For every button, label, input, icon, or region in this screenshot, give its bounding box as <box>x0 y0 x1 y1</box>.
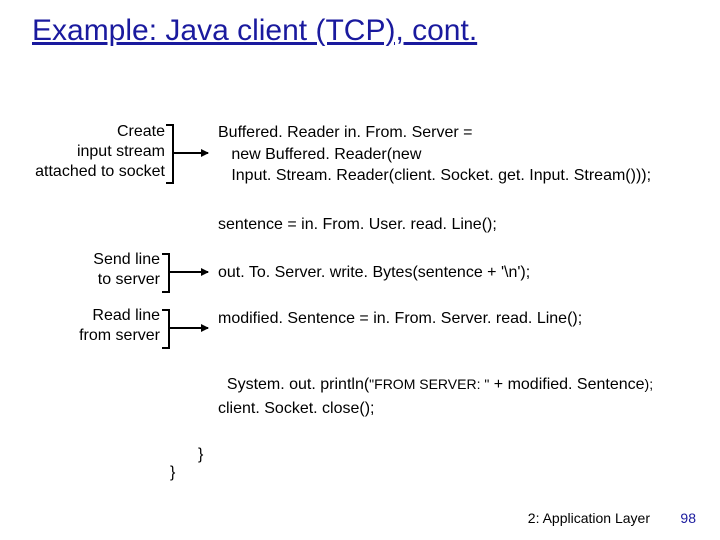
code-println-quote: "FROM SERVER: " <box>369 376 489 392</box>
code-println-c: ); <box>645 376 654 392</box>
bracket-send <box>162 253 170 293</box>
code-sentence: sentence = in. From. User. read. Line(); <box>218 214 497 236</box>
bracket-create <box>166 124 174 184</box>
code-println-a: System. out. println( <box>227 376 369 393</box>
code-buffered-reader: Buffered. Reader in. From. Server = new … <box>218 122 651 187</box>
label-send-line: Send line to server <box>70 250 160 290</box>
arrow-read <box>168 327 208 329</box>
label-create-stream: Create input stream attached to socket <box>20 122 165 182</box>
code-modified-sentence: modified. Sentence = in. From. Server. r… <box>218 308 582 330</box>
arrow-send <box>168 271 208 273</box>
code-client-close: client. Socket. close(); <box>218 398 375 420</box>
code-out-to-server: out. To. Server. write. Bytes(sentence +… <box>218 262 530 284</box>
label-read-line: Read line from server <box>60 306 160 346</box>
code-brace-inner: } <box>198 444 203 466</box>
code-brace-outer: } <box>170 462 175 484</box>
bracket-read <box>162 309 170 349</box>
code-println: System. out. println("FROM SERVER: " + m… <box>218 352 653 395</box>
footer-page-number: 98 <box>680 510 696 526</box>
footer-chapter: 2: Application Layer <box>528 510 650 526</box>
arrow-create <box>172 152 208 154</box>
slide-title: Example: Java client (TCP), cont. <box>32 14 477 48</box>
code-println-b: + modified. Sentence <box>489 376 644 393</box>
